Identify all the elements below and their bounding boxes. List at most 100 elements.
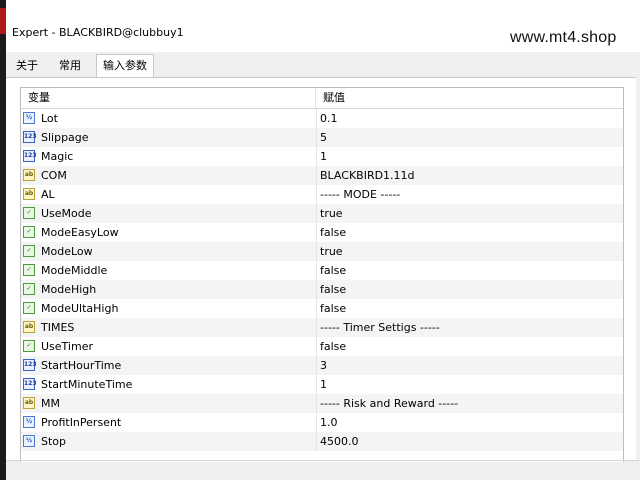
parameter-value[interactable]: true: [320, 242, 343, 261]
parameters-table: 变量 赋值 ½ Lot 0.1 123 Slippage 5 123 Magic 1 ab COM B…: [20, 87, 624, 462]
column-header-value[interactable]: 赋值: [323, 88, 345, 107]
table-row[interactable]: ab TIMES ----- Timer Settigs -----: [21, 318, 623, 337]
cell-divider: [316, 394, 317, 413]
bool-type-icon: ✓: [23, 245, 35, 257]
parameter-name: TIMES: [41, 321, 75, 334]
integer-type-icon: 123: [23, 359, 37, 371]
table-row[interactable]: ½ Lot 0.1: [21, 109, 623, 128]
bool-type-icon: ✓: [23, 302, 35, 314]
double-type-icon: ½: [23, 416, 35, 428]
table-row[interactable]: 123 Slippage 5: [21, 128, 623, 147]
cell-divider: [316, 147, 317, 166]
table-row[interactable]: ✓ ModeUltaHigh false: [21, 299, 623, 318]
table-row[interactable]: ✓ UseTimer false: [21, 337, 623, 356]
parameter-value[interactable]: 0.1: [320, 109, 338, 128]
bool-type-icon: ✓: [23, 283, 35, 295]
parameter-value[interactable]: ----- Timer Settigs -----: [320, 318, 440, 337]
table-row[interactable]: ✓ ModeEasyLow false: [21, 223, 623, 242]
parameter-value[interactable]: 3: [320, 356, 327, 375]
cell-divider: [316, 318, 317, 337]
table-row[interactable]: ½ ProfitInPersent 1.0: [21, 413, 623, 432]
table-row[interactable]: 123 Magic 1: [21, 147, 623, 166]
table-row[interactable]: ✓ ModeHigh false: [21, 280, 623, 299]
inputs-panel: 变量 赋值 ½ Lot 0.1 123 Slippage 5 123 Magic 1 ab COM B…: [6, 77, 636, 462]
parameter-value[interactable]: 1: [320, 147, 327, 166]
parameter-value[interactable]: BLACKBIRD1.11d: [320, 166, 415, 185]
cell-divider: [316, 166, 317, 185]
parameter-value[interactable]: false: [320, 337, 346, 356]
parameter-name: Stop: [41, 435, 67, 448]
table-row[interactable]: ✓ ModeLow true: [21, 242, 623, 261]
window-title: Expert - BLACKBIRD@clubbuy1: [12, 26, 184, 39]
column-divider[interactable]: [315, 88, 316, 108]
table-row[interactable]: 123 StartHourTime 3: [21, 356, 623, 375]
tab-about[interactable]: 关于: [10, 56, 44, 76]
parameter-value[interactable]: false: [320, 299, 346, 318]
integer-type-icon: 123: [23, 150, 37, 162]
parameter-value[interactable]: 1: [320, 375, 327, 394]
tab-common[interactable]: 常用: [53, 56, 87, 76]
table-row[interactable]: ab AL ----- MODE -----: [21, 185, 623, 204]
cell-divider: [316, 242, 317, 261]
title-bar: Expert - BLACKBIRD@clubbuy1 www.mt4.shop: [6, 0, 640, 52]
table-header: 变量 赋值: [21, 88, 623, 109]
parameter-name: MM: [41, 397, 60, 410]
double-type-icon: ½: [23, 112, 35, 124]
cell-divider: [316, 413, 317, 432]
parameter-name: Magic: [41, 150, 74, 163]
cell-divider: [316, 432, 317, 451]
column-header-variable[interactable]: 变量: [28, 88, 50, 107]
parameter-name: ModeMiddle: [41, 264, 108, 277]
table-row[interactable]: ab COM BLACKBIRD1.11d: [21, 166, 623, 185]
cell-divider: [316, 280, 317, 299]
cell-divider: [316, 204, 317, 223]
string-type-icon: ab: [23, 321, 35, 333]
cell-divider: [316, 185, 317, 204]
expert-properties-dialog: Expert - BLACKBIRD@clubbuy1 www.mt4.shop…: [6, 0, 640, 480]
parameter-name: ModeHigh: [41, 283, 97, 296]
parameter-name: Lot: [41, 112, 58, 125]
parameter-name: Slippage: [41, 131, 89, 144]
parameter-value[interactable]: 5: [320, 128, 327, 147]
bool-type-icon: ✓: [23, 340, 35, 352]
bool-type-icon: ✓: [23, 207, 35, 219]
parameter-value[interactable]: false: [320, 280, 346, 299]
tab-inputs[interactable]: 输入参数: [96, 54, 154, 78]
cell-divider: [316, 356, 317, 375]
parameter-value[interactable]: ----- Risk and Reward -----: [320, 394, 458, 413]
table-row[interactable]: ✓ ModeMiddle false: [21, 261, 623, 280]
table-row[interactable]: ½ Stop 4500.0: [21, 432, 623, 451]
parameter-name: ModeUltaHigh: [41, 302, 119, 315]
parameter-name: StartMinuteTime: [41, 378, 133, 391]
parameter-name: UseMode: [41, 207, 92, 220]
table-row[interactable]: ✓ UseMode true: [21, 204, 623, 223]
parameter-value[interactable]: true: [320, 204, 343, 223]
parameter-value[interactable]: ----- MODE -----: [320, 185, 400, 204]
parameter-name: UseTimer: [41, 340, 93, 353]
parameter-value[interactable]: 1.0: [320, 413, 338, 432]
parameter-value[interactable]: false: [320, 223, 346, 242]
parameter-name: ProfitInPersent: [41, 416, 122, 429]
cell-divider: [316, 223, 317, 242]
bool-type-icon: ✓: [23, 226, 35, 238]
parameter-value[interactable]: 4500.0: [320, 432, 359, 451]
string-type-icon: ab: [23, 169, 35, 181]
watermark-text: www.mt4.shop: [510, 29, 617, 46]
integer-type-icon: 123: [23, 378, 37, 390]
cell-divider: [316, 337, 317, 356]
integer-type-icon: 123: [23, 131, 37, 143]
cell-divider: [316, 109, 317, 128]
parameter-name: ModeEasyLow: [41, 226, 119, 239]
cell-divider: [316, 261, 317, 280]
string-type-icon: ab: [23, 188, 35, 200]
parameter-name: StartHourTime: [41, 359, 122, 372]
cell-divider: [316, 299, 317, 318]
bool-type-icon: ✓: [23, 264, 35, 276]
tab-bar: 关于 常用 输入参数: [6, 52, 640, 78]
table-row[interactable]: 123 StartMinuteTime 1: [21, 375, 623, 394]
table-row[interactable]: ab MM ----- Risk and Reward -----: [21, 394, 623, 413]
parameter-name: ModeLow: [41, 245, 93, 258]
parameter-value[interactable]: false: [320, 261, 346, 280]
parameter-name: AL: [41, 188, 55, 201]
cell-divider: [316, 128, 317, 147]
